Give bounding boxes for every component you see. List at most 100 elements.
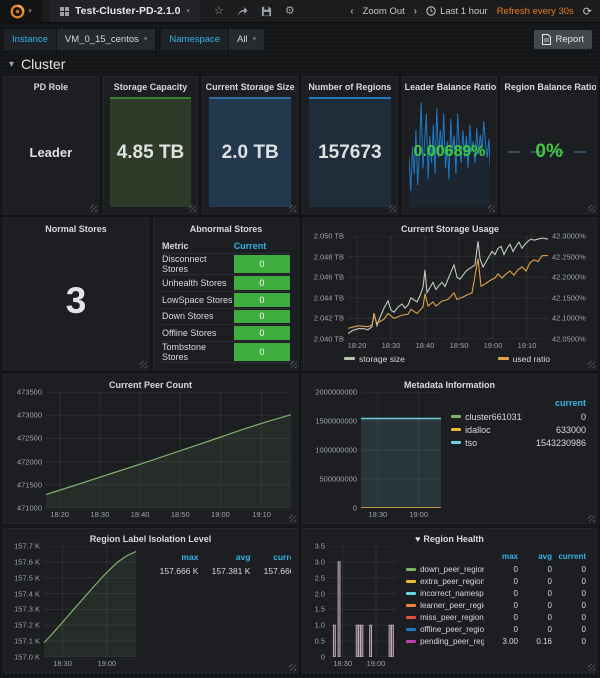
panel-resize-handle[interactable] — [90, 205, 97, 212]
abnormal-stores-table: Metric Current Disconnect Stores 0 Unhea… — [162, 238, 290, 363]
panel-resize-handle[interactable] — [289, 515, 296, 522]
y-axis-left: 473500473000472500472000471500471000 — [10, 392, 46, 508]
panel-title[interactable]: Region Label Isolation Level — [4, 529, 297, 546]
legend-col-current[interactable]: current — [522, 398, 586, 408]
series-color-marker — [344, 357, 355, 360]
gear-icon[interactable]: ⚙ — [285, 6, 295, 17]
zoom-out-button[interactable]: Zoom Out — [363, 6, 405, 17]
grafana-logo-button[interactable]: ▾ — [0, 0, 42, 22]
panel-title[interactable]: Current Peer Count — [4, 375, 297, 392]
legend-col-current[interactable]: current — [552, 552, 586, 561]
legend-row[interactable]: pending_peer_region_count 3.00 0.16 0 — [406, 635, 586, 647]
axis-tick-label: 1.5 — [315, 605, 325, 614]
region-health-plot[interactable] — [329, 546, 396, 657]
storage-usage-plot[interactable] — [348, 236, 548, 339]
legend-row[interactable]: incorrect_namespace_region_count 0 0 0 — [406, 587, 586, 599]
panel-resize-handle[interactable] — [290, 361, 297, 368]
stat-body: Leader — [10, 97, 92, 207]
axis-tick-label: 472000 — [17, 457, 42, 466]
legend-col-avg[interactable]: avg — [518, 552, 552, 561]
series-current: 1543230986 — [522, 438, 586, 448]
legend-row[interactable]: down_peer_region_count 0 0 0 — [406, 563, 586, 575]
time-forward-icon[interactable]: › — [414, 6, 417, 17]
panel-resize-handle[interactable] — [189, 205, 196, 212]
column-header-metric[interactable]: Metric — [162, 241, 234, 251]
series-name: down_peer_region_count — [420, 565, 484, 574]
table-row: Unhealth Stores 0 — [162, 275, 290, 292]
column-header-current[interactable]: Current — [234, 241, 290, 251]
metric-cell: Unhealth Stores — [162, 275, 234, 291]
panel-title[interactable]: Number of Regions — [303, 77, 397, 94]
x-axis-row: 18:2018:3018:4018:5019:0019:10 — [10, 508, 291, 521]
panel-resize-handle[interactable] — [140, 361, 147, 368]
legend-header: max avg current — [146, 552, 287, 564]
panel-resize-handle[interactable] — [588, 515, 595, 522]
series-name: miss_peer_region_count — [420, 613, 484, 622]
panel-title[interactable]: Abnormal Stores — [154, 219, 298, 236]
time-back-icon[interactable]: ‹ — [350, 6, 353, 17]
panel-resize-handle[interactable] — [588, 664, 595, 671]
axis-tick-label: 2.046 TB — [314, 273, 344, 282]
panel-resize-handle[interactable] — [389, 205, 396, 212]
stat-body: 157673 — [309, 97, 391, 207]
axis-tick-label: 157.3 K — [14, 605, 40, 614]
x-axis: 18:3019:00 — [361, 508, 441, 521]
panel-title[interactable]: Region Balance Ratio — [502, 77, 596, 94]
panel-region-health: ♥Region Health 3.53.02.52.01.51.00.50 18… — [302, 528, 597, 673]
legend-row[interactable]: extra_peer_region_count 0 0 0 — [406, 575, 586, 587]
legend-row[interactable]: level_0 157.666 K 157.381 K 157.666 K — [146, 564, 287, 577]
panel-resize-handle[interactable] — [289, 205, 296, 212]
row-header-cluster[interactable]: ▾ Cluster — [3, 54, 597, 76]
legend-row[interactable]: cluster6610311317464257783 0 — [451, 410, 586, 423]
instance-label[interactable]: Instance — [4, 29, 56, 50]
y-axis-left: 2000000000150000000010000000005000000000 — [309, 392, 361, 508]
legend-item-storage-size[interactable]: storage size — [344, 354, 405, 364]
legend-col-max[interactable]: max — [146, 552, 198, 562]
legend-row[interactable]: offline_peer_region_count 0 0 0 — [406, 623, 586, 635]
panel-title[interactable]: Storage Capacity — [104, 77, 198, 94]
legend-row[interactable]: learner_peer_region_count 0 0 0 — [406, 599, 586, 611]
series-name: incorrect_namespace_region_count — [420, 589, 484, 598]
legend-col-avg[interactable]: avg — [198, 552, 250, 562]
refresh-interval-button[interactable]: Refresh every 30s — [497, 6, 574, 17]
legend-label: used ratio — [513, 354, 550, 364]
legend-row[interactable]: tso 1543230986 — [451, 436, 586, 449]
panel-title[interactable]: ♥Region Health — [303, 529, 596, 546]
row-3: Current Peer Count 473500473000472500472… — [3, 374, 597, 524]
clock-icon — [426, 6, 436, 16]
axis-tick-label: 19:10 — [252, 510, 271, 519]
panel-title[interactable]: Leader Balance Ratio — [403, 77, 497, 94]
legend-item-used-ratio[interactable]: used ratio — [498, 354, 550, 364]
isolation-level-plot[interactable] — [44, 546, 136, 657]
metadata-plot[interactable] — [361, 392, 441, 508]
save-icon[interactable] — [261, 6, 272, 17]
star-icon[interactable]: ☆ — [214, 6, 224, 17]
time-range-picker[interactable]: Last 1 hour — [426, 6, 488, 17]
legend-col-current[interactable]: current — [250, 552, 291, 562]
series-avg: 0 — [518, 613, 552, 622]
panel-resize-handle[interactable] — [588, 361, 595, 368]
report-button[interactable]: Report — [534, 30, 592, 49]
panel-title[interactable]: PD Role — [4, 77, 98, 94]
axis-tick-label: 19:00 — [409, 510, 428, 519]
dashboard-picker[interactable]: Test-Cluster-PD-2.1.0 ▾ — [50, 0, 200, 22]
table-row: LowSpace Stores 0 — [162, 292, 290, 309]
panel-leader-balance-ratio: Leader Balance Ratio 0.00689% — [402, 76, 498, 214]
instance-dropdown[interactable]: VM_0_15_centos ▾ — [57, 29, 155, 50]
table-row: Offline Stores 0 — [162, 325, 290, 342]
stat-value: 0% — [535, 141, 562, 163]
refresh-icon[interactable]: ⟳ — [583, 5, 592, 18]
legend-col-max[interactable]: max — [484, 552, 518, 561]
panel-title[interactable]: Current Storage Size — [203, 77, 297, 94]
plot-area — [46, 392, 291, 508]
peer-count-plot[interactable] — [46, 392, 291, 508]
panel-resize-handle[interactable] — [289, 664, 296, 671]
namespace-dropdown[interactable]: All ▾ — [229, 29, 264, 50]
panel-title[interactable]: Normal Stores — [4, 219, 148, 236]
legend-row[interactable]: idalloc 633000 — [451, 423, 586, 436]
y-axis-left: 2.050 TB2.048 TB2.046 TB2.044 TB2.042 TB… — [310, 236, 348, 339]
legend-row[interactable]: miss_peer_region_count 0 0 0 — [406, 611, 586, 623]
namespace-label[interactable]: Namespace — [161, 29, 228, 50]
metric-cell: Disconnect Stores — [162, 254, 234, 274]
share-icon[interactable] — [237, 6, 248, 17]
